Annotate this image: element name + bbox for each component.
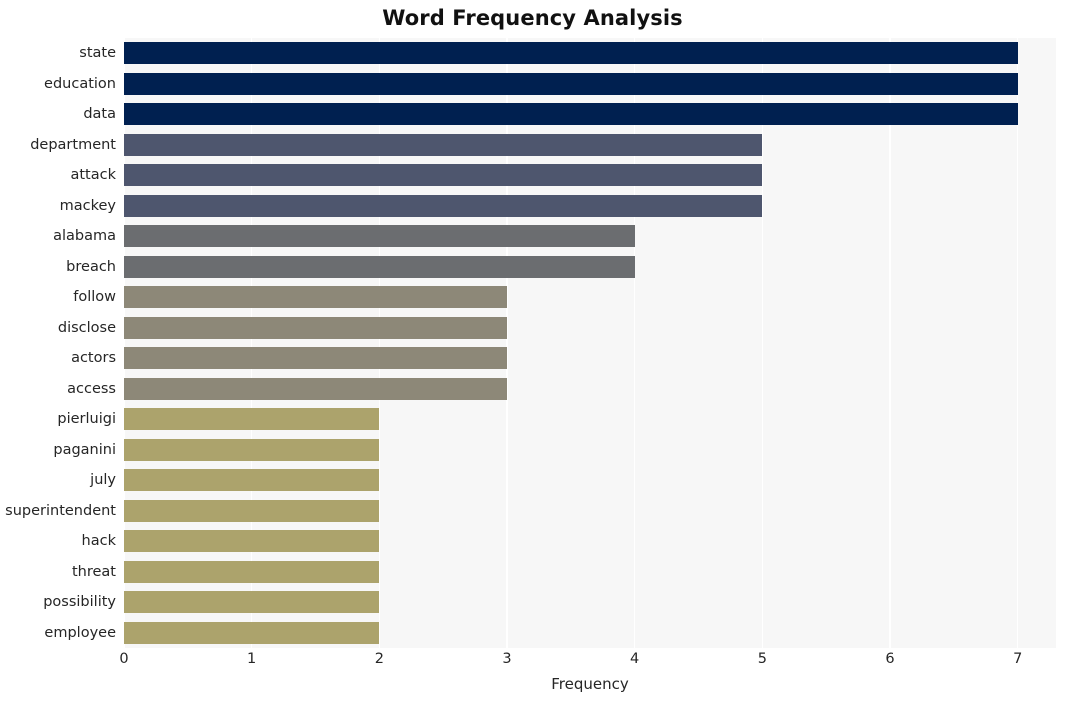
- bar-row: [124, 560, 1056, 583]
- y-axis-tick-label: follow: [73, 289, 116, 306]
- bar-row: [124, 194, 1056, 217]
- chart-title: Word Frequency Analysis: [382, 6, 683, 30]
- bar-row: [124, 499, 1056, 522]
- x-axis-tick-label: 6: [885, 651, 895, 667]
- bar-row: [124, 164, 1056, 187]
- x-axis-tick-label: 7: [1013, 651, 1023, 667]
- y-axis-tick-label: disclose: [57, 319, 116, 336]
- x-axis-tick-label: 4: [630, 651, 640, 667]
- bar-row: [124, 255, 1056, 278]
- y-axis-tick-label: threat: [71, 563, 116, 580]
- bar-row: [124, 225, 1056, 248]
- y-axis-tick-label: state: [79, 45, 116, 62]
- bar: [124, 377, 507, 400]
- bar-row: [124, 72, 1056, 95]
- bar: [124, 347, 507, 370]
- bar: [124, 316, 507, 339]
- bar: [124, 286, 507, 309]
- bar: [124, 255, 635, 278]
- y-axis-tick-label: paganini: [53, 441, 116, 458]
- y-axis-tick-label: employee: [44, 624, 116, 641]
- y-axis-tick-labels: state education data department attack mackey…: [0, 38, 116, 648]
- x-axis-tick-label: 5: [757, 651, 767, 667]
- bar: [124, 499, 380, 522]
- x-axis-tick-label: 0: [119, 651, 129, 667]
- bar: [124, 194, 763, 217]
- bar-row: [124, 347, 1056, 370]
- x-axis-title: Frequency: [551, 675, 629, 693]
- bar-row: [124, 42, 1056, 65]
- bar-row: [124, 377, 1056, 400]
- x-axis-tick-labels: 0 1 2 3 4 5 6 7: [119, 651, 1056, 674]
- bar: [124, 560, 380, 583]
- chart-figure: Word Frequency Analysis state education da…: [0, 0, 1065, 701]
- bar-row: [124, 103, 1056, 126]
- y-axis-tick-label: superintendent: [5, 502, 116, 519]
- y-axis-tick-label: attack: [70, 167, 116, 184]
- bar-row: [124, 316, 1056, 339]
- bar-row: [124, 621, 1056, 644]
- bar: [124, 621, 380, 644]
- bar: [124, 103, 1018, 126]
- y-axis-tick-label: actors: [71, 350, 116, 367]
- x-axis-tick-label: 2: [374, 651, 384, 667]
- x-axis-tick-label: 1: [247, 651, 257, 667]
- y-axis-tick-label: access: [67, 380, 116, 397]
- plot-area: [123, 38, 1056, 648]
- y-axis-tick-label: alabama: [53, 228, 116, 245]
- bar: [124, 469, 380, 492]
- bar-row: [124, 530, 1056, 553]
- bar: [124, 42, 1018, 65]
- y-axis-tick-label: mackey: [59, 197, 116, 214]
- y-axis-tick-label: pierluigi: [57, 411, 116, 428]
- bar-series: [124, 38, 1056, 648]
- bar: [124, 530, 380, 553]
- y-axis-tick-label: data: [83, 106, 116, 123]
- bar-row: [124, 286, 1056, 309]
- y-axis-tick-label: july: [90, 472, 116, 489]
- bar-row: [124, 469, 1056, 492]
- bar-row: [124, 408, 1056, 431]
- y-axis-tick-label: possibility: [43, 594, 116, 611]
- y-axis-tick-label: education: [44, 75, 116, 92]
- x-axis-tick-label: 3: [502, 651, 512, 667]
- y-axis-tick-label: hack: [81, 533, 116, 550]
- bar: [124, 72, 1018, 95]
- y-axis-tick-label: department: [30, 136, 116, 153]
- bar-row: [124, 591, 1056, 614]
- bar: [124, 225, 635, 248]
- bar: [124, 438, 380, 461]
- bar: [124, 164, 763, 187]
- bar-row: [124, 438, 1056, 461]
- bar: [124, 408, 380, 431]
- bar: [124, 591, 380, 614]
- bar-row: [124, 133, 1056, 156]
- y-axis-tick-label: breach: [66, 258, 116, 275]
- bar: [124, 133, 763, 156]
